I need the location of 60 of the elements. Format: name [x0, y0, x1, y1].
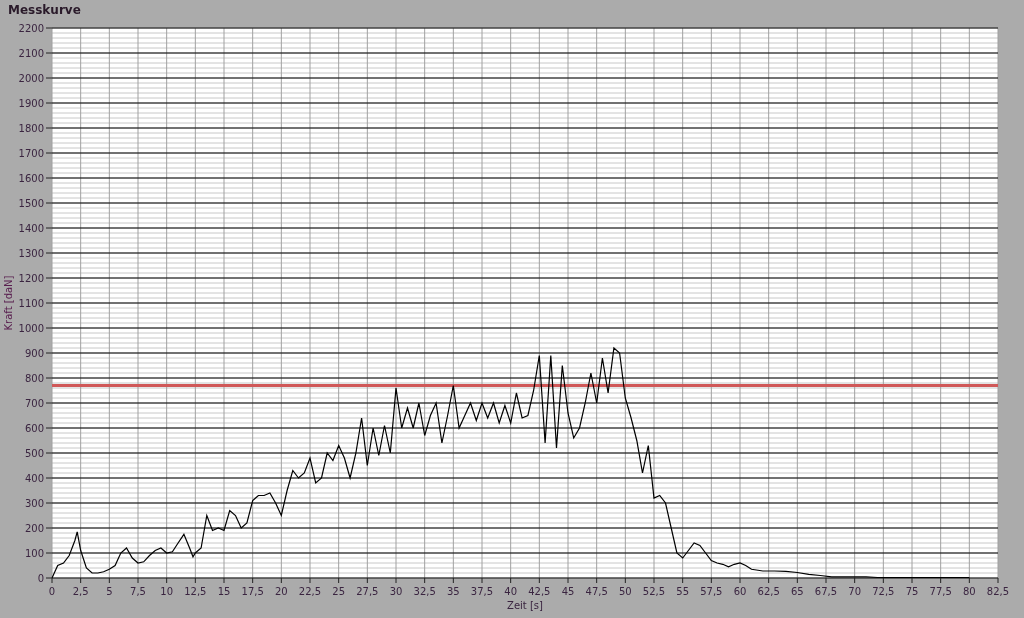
axis-tick-label: 55	[676, 586, 690, 597]
axis-tick-label: 40	[504, 586, 518, 597]
axis-tick-label: 400	[24, 472, 44, 484]
axis-tick-label: 700	[24, 397, 44, 409]
axis-tick-label: 37,5	[470, 586, 494, 597]
axis-tick-label: 0	[48, 586, 56, 597]
axis-tick-label: 47,5	[585, 586, 608, 597]
axis-tick-label: 7,5	[130, 586, 146, 597]
axis-tick-label: 2,5	[72, 586, 89, 597]
axis-tick-label: 65	[790, 586, 804, 597]
axis-tick-label: 800	[24, 372, 44, 384]
axis-tick-label: 15	[217, 586, 231, 597]
axis-tick-label: 82,5	[986, 586, 1010, 597]
axis-tick-label: 1200	[18, 272, 44, 284]
axis-tick-label: 900	[24, 347, 44, 359]
axis-tick-label: 10	[160, 586, 174, 597]
axis-tick-label: 45	[561, 586, 575, 597]
axis-tick-label: 1600	[18, 172, 44, 184]
axis-tick-label: 50	[618, 586, 632, 597]
axis-tick-label: 0	[37, 572, 44, 584]
y-axis-label: Kraft [daN]	[3, 275, 14, 331]
axis-tick-label: 57,5	[700, 586, 723, 597]
axis-tick-label: 12,5	[184, 586, 207, 597]
axis-tick-label: 300	[24, 497, 44, 509]
axis-tick-label: 42,5	[528, 586, 551, 597]
axis-tick-label: 27,5	[356, 586, 379, 597]
axis-tick-label: 32,5	[413, 586, 436, 597]
axis-tick-label: 200	[24, 522, 44, 534]
axis-tick-label: 1300	[18, 247, 44, 259]
chart-title: Messkurve	[7, 2, 81, 18]
axis-tick-label: 500	[24, 447, 44, 459]
axis-tick-label: 100	[24, 547, 44, 559]
axis-tick-label: 1700	[18, 147, 44, 159]
axis-tick-label: 30	[389, 586, 403, 597]
axis-tick-label: 60	[733, 586, 747, 597]
axis-tick-label: 2100	[18, 47, 44, 59]
axis-tick-label: 67,5	[814, 586, 838, 597]
axis-tick-label: 1400	[18, 222, 44, 234]
axis-tick-label: 80	[962, 586, 976, 597]
axis-tick-label: 1500	[18, 197, 44, 209]
axis-tick-label: 17,5	[241, 586, 264, 597]
axis-tick-label: 600	[24, 422, 44, 434]
axis-tick-label: 25	[332, 586, 346, 597]
axis-tick-label: 5	[106, 586, 113, 597]
axis-tick-label: 72,5	[872, 586, 895, 597]
axis-tick-label: 77,5	[929, 586, 952, 597]
axis-tick-label: 2200	[18, 22, 44, 34]
axis-tick-label: 2000	[18, 72, 44, 84]
x-axis-label: Zeit [s]	[507, 600, 543, 611]
axis-tick-label: 1800	[18, 122, 44, 134]
axis-tick-label: 1900	[18, 97, 44, 109]
axis-tick-label: 35	[446, 586, 460, 597]
axis-tick-label: 70	[848, 586, 862, 597]
axis-tick-label: 20	[274, 586, 288, 597]
axis-tick-label: 62,5	[757, 586, 780, 597]
axis-tick-label: 22,5	[298, 586, 322, 597]
axis-tick-label: 75	[905, 586, 919, 597]
axis-tick-label: 1000	[18, 322, 44, 334]
axis-tick-label: 1100	[18, 297, 44, 309]
axis-tick-label: 52,5	[642, 586, 666, 597]
